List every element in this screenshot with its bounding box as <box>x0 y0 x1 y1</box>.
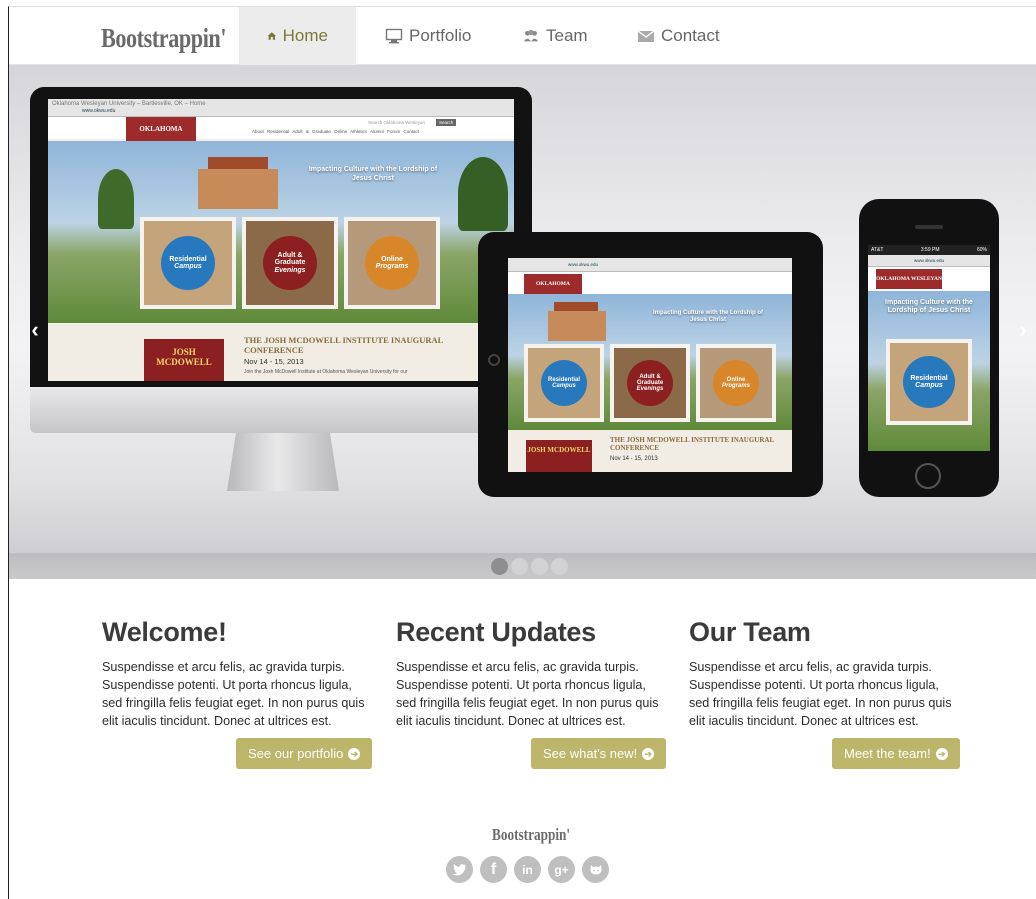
carousel-indicator-1[interactable] <box>491 558 508 575</box>
phone-screen: AT&T 3:59 PM 60% www.okwu.edu OKLAHOMA W… <box>868 245 990 451</box>
meet-team-button[interactable]: Meet the team! ➔ <box>832 738 960 769</box>
hero-carousel[interactable]: Oklahoma Wesleyan University – Bartlesvi… <box>9 65 1036 579</box>
navbar: Bootstrappin' Home Portfolio Team Contac… <box>9 7 1036 65</box>
column-our-team: Our Team Suspendisse et arcu felis, ac g… <box>689 617 959 730</box>
nav-home-label: Home <box>282 26 328 45</box>
footer-brand: Bootstrappin' <box>492 825 571 844</box>
nav-contact-label: Contact <box>661 26 720 45</box>
browser-url: www.okwu.edu <box>82 108 116 114</box>
column-body: Suspendisse et arcu felis, ac gravida tu… <box>689 660 952 728</box>
mockup-slogan: Impacting Culture with the Lordship of J… <box>308 166 438 182</box>
carousel-indicators <box>491 558 568 575</box>
nav-portfolio-label: Portfolio <box>409 26 472 45</box>
twitter-icon[interactable] <box>446 856 473 883</box>
nav-portfolio[interactable]: Portfolio <box>357 7 499 65</box>
column-welcome: Welcome! Suspendisse et arcu felis, ac g… <box>102 617 372 730</box>
nav-contact[interactable]: Contact <box>609 7 748 65</box>
facebook-icon[interactable]: f <box>480 856 507 883</box>
imac-mockup: Oklahoma Wesleyan University – Bartlesvi… <box>30 87 532 491</box>
social-links: f in g+ <box>446 856 609 883</box>
see-whats-new-button[interactable]: See what's new! ➔ <box>531 738 667 769</box>
carousel-indicator-2[interactable] <box>511 558 528 575</box>
arrow-circle-icon: ➔ <box>935 747 948 760</box>
carousel-prev-button[interactable]: ‹ <box>25 319 45 341</box>
column-body: Suspendisse et arcu felis, ac gravida tu… <box>396 660 659 728</box>
carousel-indicator-4[interactable] <box>551 558 568 575</box>
carousel-indicator-3[interactable] <box>531 558 548 575</box>
mockup-news-title: THE JOSH MCDOWELL INSTITUTE INAUGURAL CO… <box>244 335 443 355</box>
linkedin-icon[interactable]: in <box>514 856 541 883</box>
google-plus-icon[interactable]: g+ <box>548 856 575 883</box>
tablet-mockup: www.okwu.edu OKLAHOMA WESLEYAN Impacting… <box>478 232 823 497</box>
arrow-circle-icon: ➔ <box>348 747 361 760</box>
column-recent-updates: Recent Updates Suspendisse et arcu felis… <box>396 617 666 730</box>
nav-team[interactable]: Team <box>494 7 616 65</box>
imac-screen: Oklahoma Wesleyan University – Bartlesvi… <box>48 99 514 381</box>
mockup-menu: About Residential Adult & Graduate Onlin… <box>252 129 419 134</box>
see-portfolio-button[interactable]: See our portfolio ➔ <box>236 738 373 769</box>
home-icon <box>267 32 277 40</box>
carousel-next-button[interactable]: › <box>1013 319 1033 341</box>
column-title: Welcome! <box>102 617 227 647</box>
nav-home[interactable]: Home <box>239 7 356 65</box>
tablet-screen: www.okwu.edu OKLAHOMA WESLEYAN Impacting… <box>508 258 792 472</box>
brand-logo[interactable]: Bootstrappin' <box>101 23 226 54</box>
github-icon[interactable] <box>582 856 609 883</box>
mockup-logo: OKLAHOMA WESLEYAN <box>126 117 196 157</box>
group-icon <box>523 29 539 42</box>
browser-title: Oklahoma Wesleyan University – Bartlesvi… <box>52 101 206 107</box>
desktop-icon <box>385 28 403 44</box>
phone-mockup: AT&T 3:59 PM 60% www.okwu.edu OKLAHOMA W… <box>859 199 999 497</box>
envelope-icon <box>637 30 655 42</box>
nav-team-label: Team <box>546 26 588 45</box>
page: Bootstrappin' Home Portfolio Team Contac… <box>8 6 1036 899</box>
column-title: Recent Updates <box>396 617 596 647</box>
arrow-circle-icon: ➔ <box>642 747 655 760</box>
column-title: Our Team <box>689 617 811 647</box>
column-body: Suspendisse et arcu felis, ac gravida tu… <box>102 660 365 728</box>
